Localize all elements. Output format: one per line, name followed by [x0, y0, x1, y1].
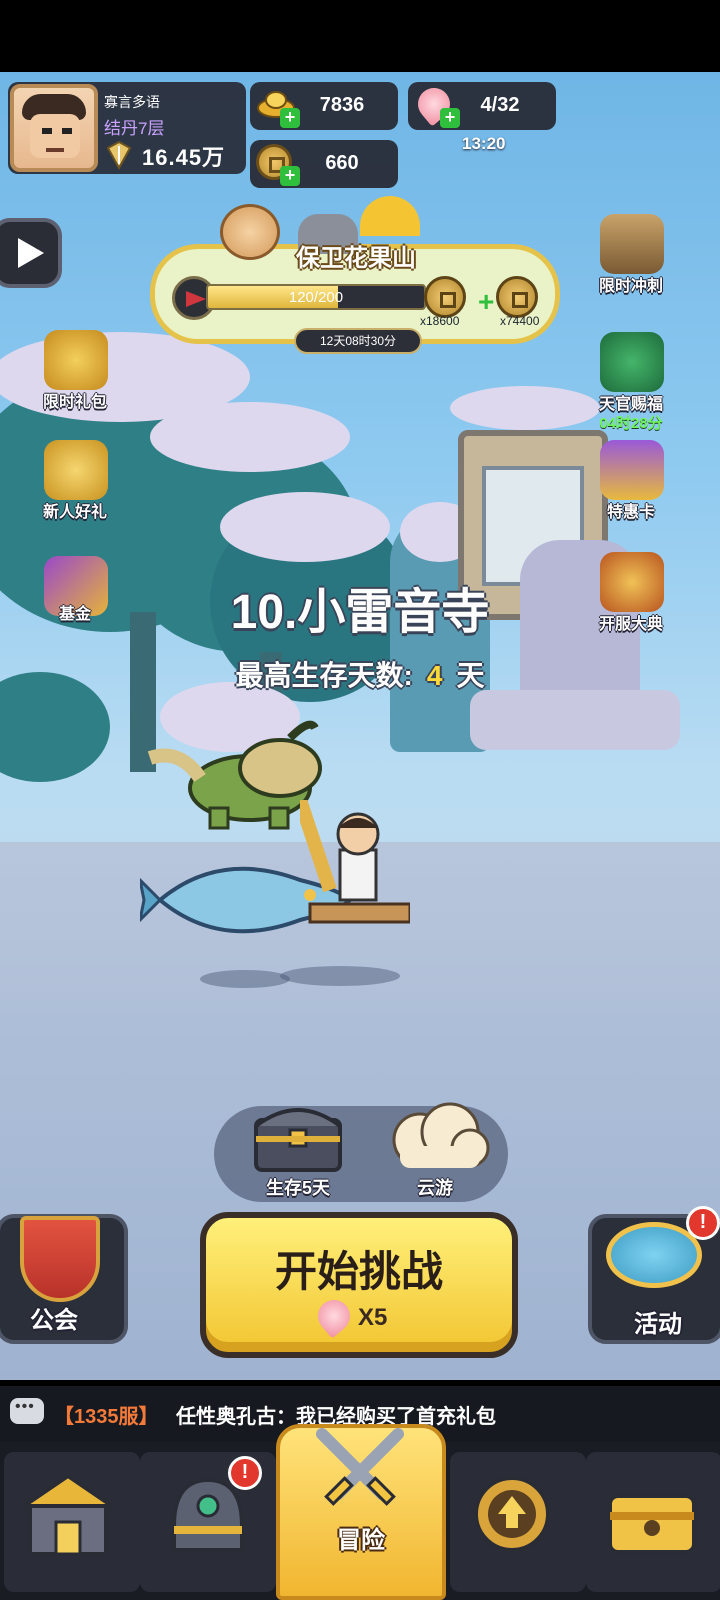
activity-label: 活动	[634, 1311, 682, 1338]
stage-title: 10.小雷音寺	[230, 586, 490, 639]
server-opening-ceremony-label: 开服大典	[598, 616, 663, 633]
survival-unit: 天	[456, 660, 485, 691]
drum-icon	[600, 552, 664, 612]
avatar[interactable]	[10, 84, 98, 172]
player-name: 寡言多语	[104, 94, 160, 110]
tree-snow	[220, 492, 390, 562]
reward-1-quantity: x18600	[420, 314, 460, 328]
treasure-chest-icon	[254, 1108, 342, 1172]
event-progress-bar: 120/200	[206, 284, 426, 310]
reward-coin-icon[interactable]	[496, 276, 538, 318]
survival-chest-label: 生存5天	[265, 1178, 330, 1198]
heavenly-blessing-timer: 04时28分	[599, 415, 663, 432]
tree-snow	[150, 402, 350, 472]
reward-coin-icon[interactable]	[424, 276, 466, 318]
gift-bag-icon	[44, 330, 108, 390]
stamina-counter[interactable]: + 4/32	[408, 81, 556, 130]
fund-button[interactable]: 基金	[20, 556, 130, 652]
bush	[0, 672, 110, 782]
hero-character	[300, 800, 410, 924]
event-progress-text: 120/200	[288, 289, 344, 306]
newbie-gift-label: 新人好礼	[42, 504, 107, 521]
limited-sprint-button[interactable]: 限时冲刺	[576, 214, 686, 310]
reward-2-quantity: x74400	[500, 314, 540, 328]
cloud-travel-label: 云游	[417, 1178, 453, 1198]
equipment-alert-badge: !	[228, 1456, 262, 1490]
gold-ingot-counter[interactable]: + 7836	[250, 82, 398, 130]
heavenly-blessing-label: 天官赐福	[598, 396, 663, 413]
cloud-travel-button[interactable]: 云游	[380, 1100, 490, 1200]
special-card-label: 特惠卡	[606, 504, 655, 521]
survival-chest-button[interactable]: 生存5天	[250, 1100, 346, 1200]
play-icon[interactable]	[0, 218, 62, 288]
player-realm: 结丹7层	[104, 119, 165, 138]
limited-gift-pack-label: 限时礼包	[42, 394, 107, 411]
gold-ingot-value: 7836	[319, 94, 365, 116]
treasure-chest-icon	[608, 1494, 696, 1554]
stamina-timer: 13:20	[462, 134, 506, 153]
nav-adventure-label: 冒险	[337, 1527, 385, 1554]
chat-bubble-icon[interactable]	[10, 1398, 44, 1424]
stamina-value: 4/32	[480, 94, 520, 116]
upgrade-arrow-icon	[474, 1476, 550, 1552]
character-shadow	[200, 970, 290, 988]
gold-ingot-gift-icon	[44, 440, 108, 500]
reward-plus-icon: +	[478, 286, 495, 317]
statue-pedestal	[470, 690, 680, 750]
character-shadow	[280, 966, 400, 986]
status-bar	[0, 0, 720, 72]
fan-icon	[600, 332, 664, 392]
survival-label: 最高生存天数:	[235, 660, 413, 691]
newbie-gift-button[interactable]: 新人好礼	[20, 440, 130, 536]
combat-power-icon	[106, 140, 132, 170]
hourglass-icon	[600, 214, 664, 274]
monkey-king-icon	[220, 204, 280, 260]
fund-label: 基金	[58, 606, 91, 623]
event-title: 保卫花果山	[296, 245, 416, 272]
limited-sprint-label: 限时冲刺	[598, 278, 663, 295]
server-opening-ceremony-button[interactable]: 开服大典	[576, 552, 686, 648]
special-card-button[interactable]: 特惠卡	[576, 440, 686, 536]
survival-days-value: 4	[426, 660, 443, 691]
game-screen: 寡言多语 结丹7层 16.45万 + 7836 + 660 + 4/32 13:…	[0, 0, 720, 1600]
heavenly-blessing-button[interactable]: 天官赐福 04时28分	[576, 332, 686, 432]
start-challenge-cost: X5	[358, 1304, 388, 1331]
shop-icon	[20, 1473, 116, 1556]
guild-banner-icon	[20, 1216, 100, 1302]
coin-value: 660	[325, 152, 359, 174]
vip-card-icon	[600, 440, 664, 500]
guild-label: 公会	[30, 1307, 78, 1334]
max-survival-days: 最高生存天数: 4 天	[160, 654, 560, 694]
coin-counter[interactable]: + 660	[250, 140, 398, 188]
start-challenge-label: 开始挑战	[274, 1248, 443, 1295]
activity-alert-badge: !	[686, 1206, 720, 1240]
crossed-swords-icon	[316, 1428, 404, 1506]
event-countdown: 12天08时30分	[294, 328, 422, 354]
combat-power-value: 16.45万	[142, 145, 226, 170]
chat-server-tag: 【1335服】	[54, 1406, 159, 1428]
cloud-icon	[392, 1102, 490, 1168]
limited-gift-pack-button[interactable]: 限时礼包	[20, 330, 130, 426]
